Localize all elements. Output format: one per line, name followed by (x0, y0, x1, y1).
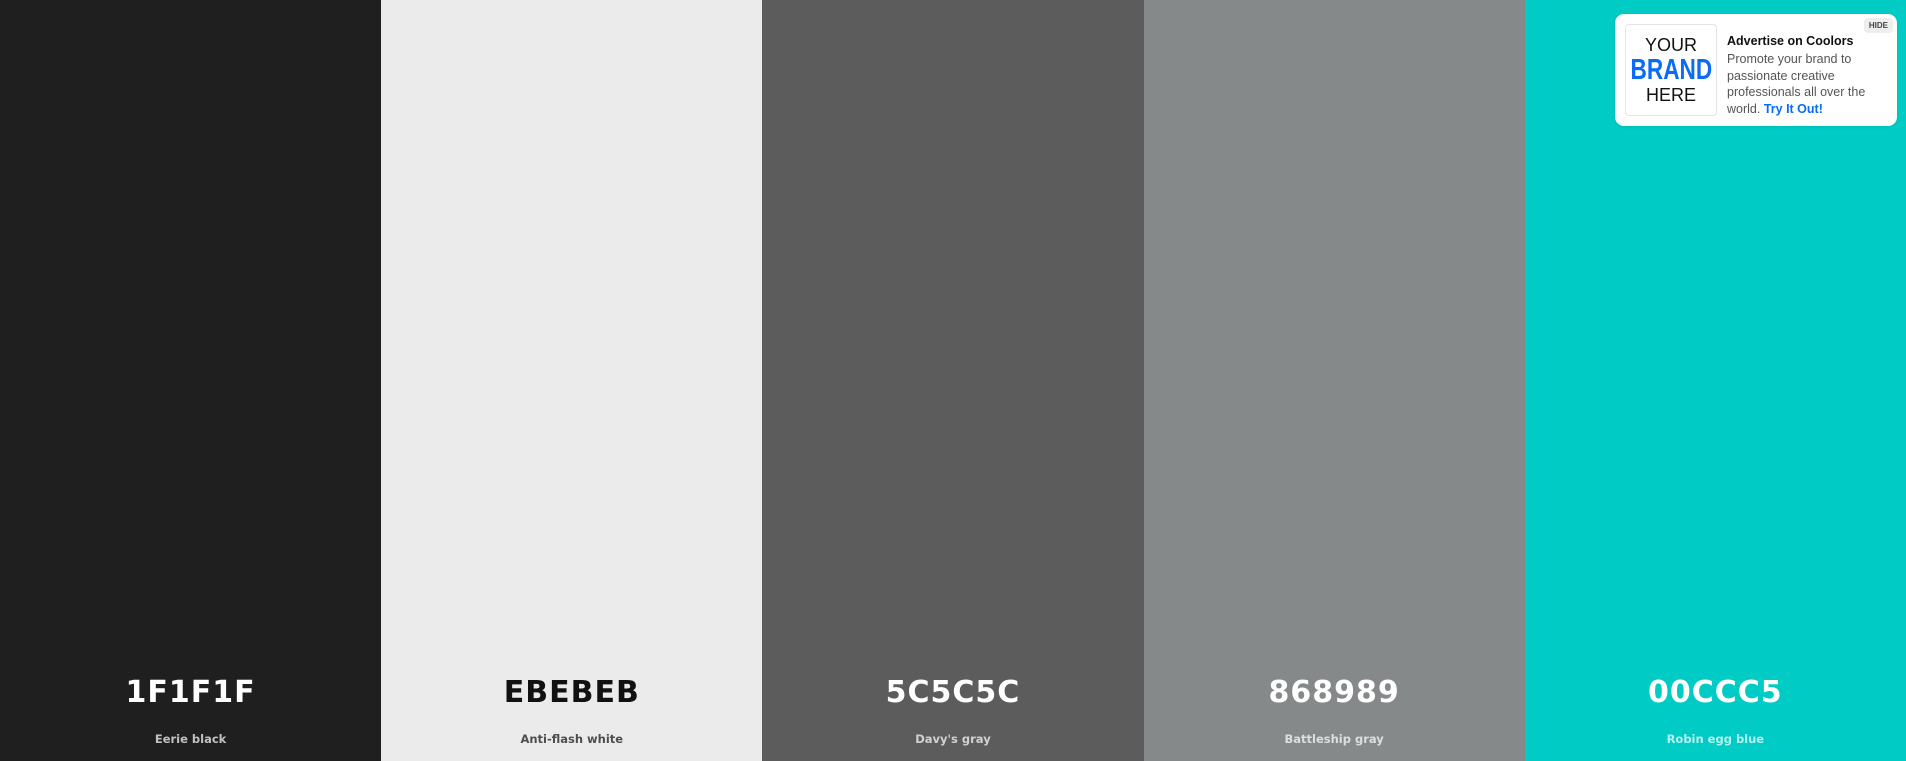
color-hex-code[interactable]: 868989 (1269, 675, 1400, 710)
color-name[interactable]: Robin egg blue (1667, 732, 1765, 746)
ad-body: Promote your brand to passionate creativ… (1727, 51, 1887, 117)
ad-text-block: Advertise on Coolors Promote your brand … (1727, 24, 1887, 116)
color-swatch-anti-flash-white[interactable]: EBEBEB Anti-flash white (381, 0, 763, 761)
logo-text-brand: BRAND (1630, 54, 1712, 86)
try-it-out-link[interactable]: Try It Out! (1764, 102, 1823, 116)
color-name[interactable]: Anti-flash white (520, 732, 623, 746)
advertisement-card[interactable]: YOUR BRAND HERE Advertise on Coolors Pro… (1615, 14, 1897, 126)
color-name[interactable]: Battleship gray (1285, 732, 1384, 746)
hide-ad-button[interactable]: HIDE (1863, 18, 1893, 33)
color-swatch-eerie-black[interactable]: 1F1F1F Eerie black (0, 0, 382, 761)
color-swatch-davys-gray[interactable]: 5C5C5C Davy's gray (762, 0, 1144, 761)
logo-text-here: HERE (1645, 85, 1696, 105)
color-hex-code[interactable]: 00CCC5 (1648, 675, 1783, 710)
color-swatch-battleship-gray[interactable]: 868989 Battleship gray (1143, 0, 1525, 761)
logo-text-your: YOUR (1644, 35, 1697, 55)
color-hex-code[interactable]: 5C5C5C (886, 675, 1021, 710)
color-name[interactable]: Eerie black (155, 732, 226, 746)
color-hex-code[interactable]: EBEBEB (504, 675, 640, 710)
brand-logo-placeholder: YOUR BRAND HERE (1625, 24, 1717, 116)
color-name[interactable]: Davy's gray (915, 732, 990, 746)
color-hex-code[interactable]: 1F1F1F (126, 675, 256, 710)
ad-title: Advertise on Coolors (1727, 34, 1854, 48)
